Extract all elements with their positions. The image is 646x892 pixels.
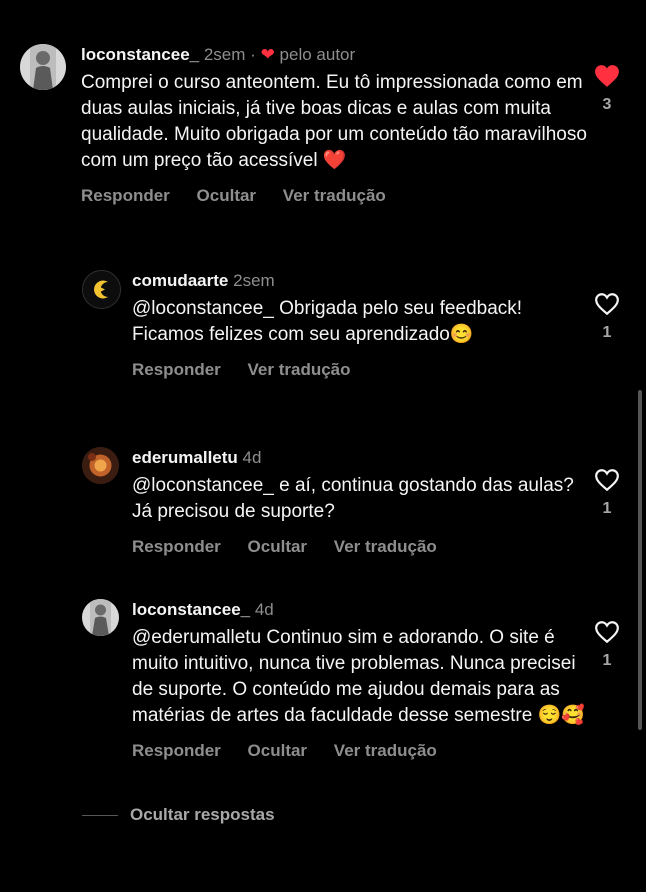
username[interactable]: comudaarte bbox=[132, 271, 228, 290]
heart-filled-icon bbox=[595, 65, 619, 87]
username[interactable]: loconstancee_ bbox=[81, 45, 199, 64]
comment-text: @ederumalletu Continuo sim e adorando. O… bbox=[132, 627, 585, 726]
hide-button[interactable]: Ocultar bbox=[248, 741, 308, 760]
like-count: 1 bbox=[602, 324, 612, 341]
like-count: 1 bbox=[602, 652, 612, 669]
comment-actions: Responder Ocultar Ver tradução bbox=[81, 186, 591, 206]
avatar[interactable] bbox=[82, 599, 119, 636]
like-count: 1 bbox=[602, 500, 612, 517]
comment-text: @loconstancee_ Obrigada pelo seu feedbac… bbox=[132, 298, 523, 345]
comment-meta: loconstancee_ 4d bbox=[132, 599, 592, 621]
user-photo-icon bbox=[20, 44, 66, 90]
translate-button[interactable]: Ver tradução bbox=[248, 360, 351, 379]
reply-button[interactable]: Responder bbox=[132, 537, 221, 556]
separator: · bbox=[250, 45, 256, 64]
timestamp: 2sem bbox=[233, 271, 275, 290]
heart-outline-icon bbox=[595, 469, 619, 492]
like-button[interactable]: 3 bbox=[592, 64, 622, 114]
username[interactable]: loconstancee_ bbox=[132, 600, 250, 619]
comment-meta: comudaarte 2sem bbox=[132, 270, 592, 292]
avatar[interactable] bbox=[20, 44, 66, 90]
timestamp: 4d bbox=[242, 448, 262, 467]
comment-text: Comprei o curso anteontem. Eu tô impress… bbox=[81, 72, 587, 171]
user-photo-icon bbox=[82, 447, 119, 484]
hide-replies-button[interactable]: Ocultar respostas bbox=[82, 805, 275, 825]
avatar[interactable] bbox=[82, 270, 121, 309]
heart-outline-icon bbox=[595, 621, 619, 644]
liked-by-author-label: pelo autor bbox=[279, 45, 356, 64]
brand-logo-icon bbox=[83, 271, 120, 308]
hide-replies-label: Ocultar respostas bbox=[130, 805, 275, 824]
username[interactable]: ederumalletu bbox=[132, 448, 238, 467]
like-button[interactable]: 1 bbox=[592, 468, 622, 518]
comment-text: @loconstancee_ e aí, continua gostando d… bbox=[132, 475, 574, 522]
comment-actions: Responder Ocultar Ver tradução bbox=[132, 741, 592, 761]
like-button[interactable]: 1 bbox=[592, 292, 622, 342]
hide-button[interactable]: Ocultar bbox=[197, 186, 257, 205]
reply-button[interactable]: Responder bbox=[81, 186, 170, 205]
translate-button[interactable]: Ver tradução bbox=[334, 741, 437, 760]
timestamp: 2sem bbox=[203, 45, 246, 64]
user-photo-icon bbox=[82, 599, 119, 636]
timestamp: 4d bbox=[254, 600, 274, 619]
translate-button[interactable]: Ver tradução bbox=[334, 537, 437, 556]
reply-button[interactable]: Responder bbox=[132, 360, 221, 379]
comment-meta: loconstancee_ 2sem · ❤ pelo autor bbox=[81, 44, 591, 66]
heart-outline-icon bbox=[595, 293, 619, 316]
scrollbar[interactable] bbox=[638, 390, 642, 730]
reply-button[interactable]: Responder bbox=[132, 741, 221, 760]
divider bbox=[82, 814, 118, 816]
like-count: 3 bbox=[602, 96, 612, 113]
like-button[interactable]: 1 bbox=[592, 620, 622, 670]
comment-actions: Responder Ver tradução bbox=[132, 360, 592, 380]
heart-small-icon: ❤ bbox=[260, 45, 275, 64]
hide-button[interactable]: Ocultar bbox=[248, 537, 308, 556]
translate-button[interactable]: Ver tradução bbox=[283, 186, 386, 205]
avatar[interactable] bbox=[82, 447, 119, 484]
comment-meta: ederumalletu 4d bbox=[132, 447, 592, 469]
comment-actions: Responder Ocultar Ver tradução bbox=[132, 537, 592, 557]
